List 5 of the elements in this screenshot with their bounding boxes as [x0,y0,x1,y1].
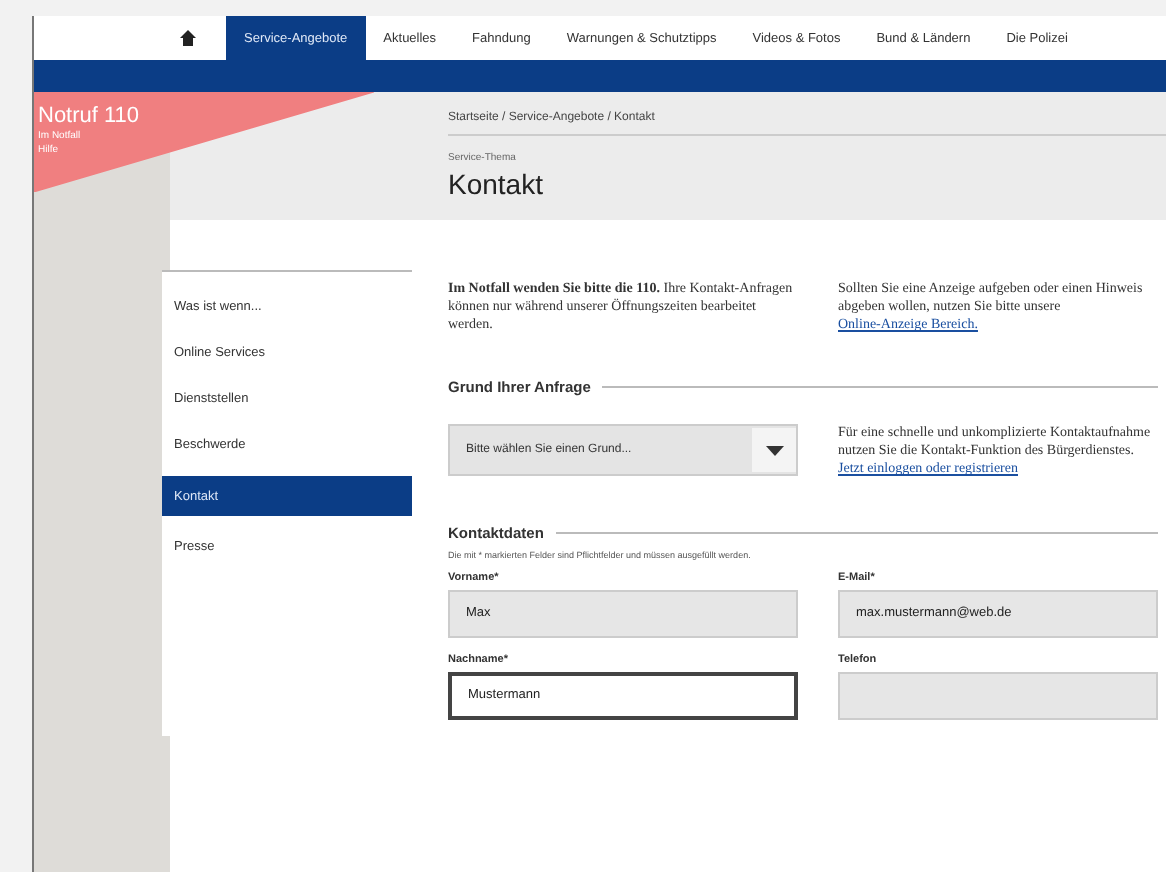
home-icon[interactable] [178,28,198,48]
input-field[interactable] [838,671,1158,720]
banner-title: Notruf 110 [38,104,140,128]
caret-icon [765,445,783,456]
page-title: Kontakt [448,168,545,200]
